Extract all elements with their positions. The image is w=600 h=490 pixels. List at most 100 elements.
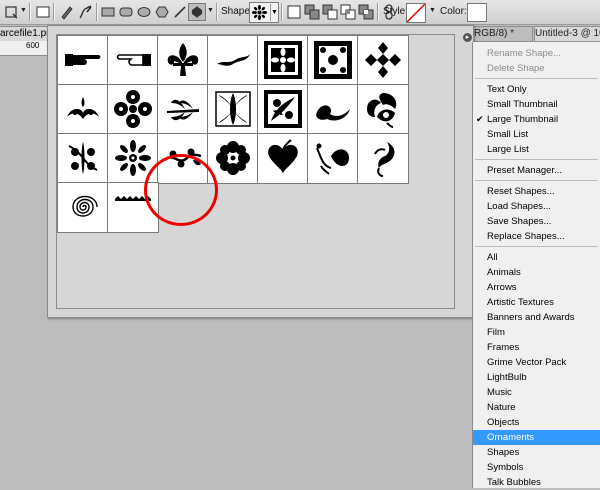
shape-layers-icon[interactable] xyxy=(34,3,52,21)
menu-item-objects[interactable]: Objects xyxy=(473,415,600,430)
shape-pointing-hand-right[interactable] xyxy=(107,35,159,86)
subtract-shape-area-icon[interactable] xyxy=(321,3,339,21)
custom-shape-picker: ▸ xyxy=(47,25,474,318)
shape-framed-foliage[interactable] xyxy=(257,84,309,135)
document-tab[interactable]: Untitled-3 @ 10 xyxy=(534,26,600,42)
square-ornament-icon xyxy=(264,41,302,79)
chevron-down-icon[interactable]: ▼ xyxy=(207,7,214,14)
options-bar: ▼ ▼ Shape: ▼ Style: ▼ Color: xyxy=(0,0,600,25)
menu-item-shapes[interactable]: Shapes xyxy=(473,445,600,460)
menu-item-load-shapes[interactable]: Load Shapes... xyxy=(473,199,600,214)
shape-spiral[interactable] xyxy=(57,182,109,233)
shape-square-flourish[interactable] xyxy=(207,84,259,135)
style-swatch[interactable] xyxy=(406,3,426,23)
ellipse-tool-icon[interactable] xyxy=(135,3,153,21)
menu-item-large-list[interactable]: Large List xyxy=(473,142,600,157)
shape-picker-button[interactable]: ▼ xyxy=(249,2,279,23)
menu-item-save-shapes[interactable]: Save Shapes... xyxy=(473,214,600,229)
selection-highlight-circle xyxy=(144,154,218,226)
rounded-rectangle-icon[interactable] xyxy=(117,3,135,21)
menu-item-lightbulb[interactable]: LightBulb xyxy=(473,370,600,385)
custom-shape-tool-icon[interactable] xyxy=(188,3,206,21)
shape-floral-ornament-8[interactable] xyxy=(357,133,409,184)
menu-item-label: Save Shapes... xyxy=(487,216,552,227)
menu-item-label: Arrows xyxy=(487,282,517,293)
line-tool-icon[interactable] xyxy=(171,3,189,21)
menu-item-replace-shapes[interactable]: Replace Shapes... xyxy=(473,229,600,244)
menu-item-delete-shape: Delete Shape xyxy=(473,61,600,76)
menu-item-artistic-textures[interactable]: Artistic Textures xyxy=(473,295,600,310)
menu-item-nature[interactable]: Nature xyxy=(473,400,600,415)
shape-framed-ornament[interactable] xyxy=(307,35,359,86)
polygon-tool-icon[interactable] xyxy=(153,3,171,21)
menu-item-grime-vector-pack[interactable]: Grime Vector Pack xyxy=(473,355,600,370)
menu-item-frames[interactable]: Frames xyxy=(473,340,600,355)
exclude-shape-area-icon[interactable] xyxy=(357,3,375,21)
menu-item-label: Rename Shape... xyxy=(487,48,561,59)
freeform-pen-icon[interactable] xyxy=(77,3,95,21)
menu-item-label: Shapes xyxy=(487,447,520,458)
menu-item-banners-and-awards[interactable]: Banners and Awards xyxy=(473,310,600,325)
shape-floral-ornament-3[interactable] xyxy=(57,133,109,184)
menu-item-preset-manager[interactable]: Preset Manager... xyxy=(473,163,600,178)
pen-icon[interactable] xyxy=(58,3,76,21)
menu-item-arrows[interactable]: Arrows xyxy=(473,280,600,295)
swash-icon xyxy=(217,54,250,66)
no-style-icon xyxy=(407,4,425,22)
menu-item-all[interactable]: All xyxy=(473,250,600,265)
style-label: Style: xyxy=(383,6,409,17)
menu-item-reset-shapes[interactable]: Reset Shapes... xyxy=(473,184,600,199)
shape-swash[interactable] xyxy=(207,35,259,86)
menu-item-text-only[interactable]: Text Only xyxy=(473,82,600,97)
menu-item-label: Ornaments xyxy=(487,432,534,443)
document-tab[interactable]: arcefile1.psd xyxy=(0,26,49,42)
menu-item-label: Preset Manager... xyxy=(487,165,562,176)
shape-leaf-tendril[interactable] xyxy=(307,133,359,184)
menu-item-ornaments[interactable]: Ornaments xyxy=(473,430,600,445)
shape-fleur-de-lis[interactable] xyxy=(157,35,209,86)
chevron-down-icon[interactable]: ▼ xyxy=(20,7,27,14)
chevron-down-icon[interactable]: ▼ xyxy=(429,7,436,14)
panel-menu-arrow-icon[interactable]: ▸ xyxy=(463,33,472,42)
menu-item-music[interactable]: Music xyxy=(473,385,600,400)
menu-separator xyxy=(475,180,598,181)
new-shape-area-icon[interactable] xyxy=(285,3,303,21)
shape-label: Shape: xyxy=(221,6,253,17)
shape-scroll-fleuron[interactable] xyxy=(57,84,109,135)
leaf-spray-icon xyxy=(167,99,199,121)
shape-wave-scroll[interactable] xyxy=(307,84,359,135)
menu-item-large-thumbnail[interactable]: ✔ Large Thumbnail xyxy=(473,112,600,127)
menu-item-small-list[interactable]: Small List xyxy=(473,127,600,142)
document-tab[interactable]: RGB/8) * xyxy=(473,26,533,42)
shape-leaf-spray[interactable] xyxy=(157,84,209,135)
menu-item-label: LightBulb xyxy=(487,372,527,383)
menu-item-film[interactable]: Film xyxy=(473,325,600,340)
color-label: Color: xyxy=(440,6,467,17)
shape-pointing-hand-left[interactable] xyxy=(57,35,109,86)
shape-heart-leaf[interactable] xyxy=(257,133,309,184)
shape-panel-menu: Rename Shape... Delete Shape Text Only Smal… xyxy=(472,42,600,488)
menu-item-small-thumbnail[interactable]: Small Thumbnail xyxy=(473,97,600,112)
intersect-shape-area-icon[interactable] xyxy=(339,3,357,21)
menu-item-label: Text Only xyxy=(487,84,527,95)
shape-fleuron-leaves[interactable] xyxy=(357,84,409,135)
square-flourish-icon xyxy=(215,91,251,127)
menu-item-label: All xyxy=(487,252,498,263)
color-swatch[interactable] xyxy=(467,3,487,22)
menu-item-label: Small Thumbnail xyxy=(487,99,558,110)
framed-foliage-icon xyxy=(264,90,302,128)
menu-item-label: Reset Shapes... xyxy=(487,186,555,197)
menu-separator xyxy=(475,78,598,79)
tool-preset-icon[interactable] xyxy=(2,3,20,21)
add-shape-area-icon[interactable] xyxy=(303,3,321,21)
menu-item-label: Frames xyxy=(487,342,520,353)
shape-diamond-cluster[interactable] xyxy=(357,35,409,86)
menu-item-label: Nature xyxy=(487,402,516,413)
rectangle-tool-icon[interactable] xyxy=(99,3,117,21)
menu-separator xyxy=(475,246,598,247)
shape-square-ornament[interactable] xyxy=(257,35,309,86)
menu-item-symbols[interactable]: Symbols xyxy=(473,460,600,475)
shape-quatrefoil[interactable] xyxy=(107,84,159,135)
menu-separator xyxy=(475,159,598,160)
menu-item-animals[interactable]: Animals xyxy=(473,265,600,280)
